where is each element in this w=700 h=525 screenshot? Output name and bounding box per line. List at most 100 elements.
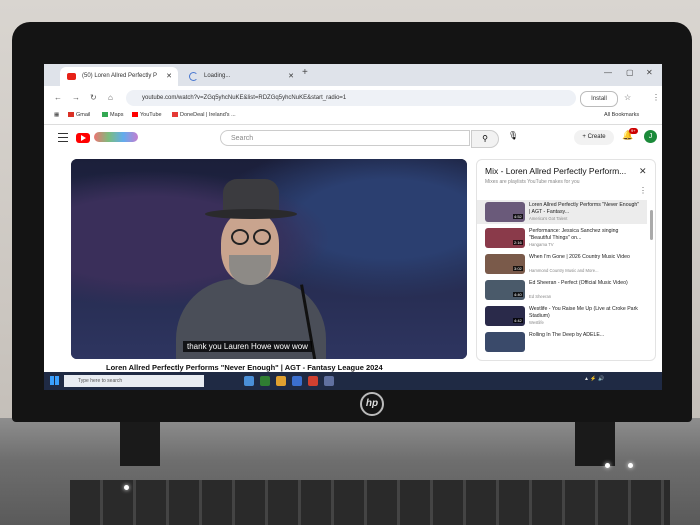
notification-badge: 9+ [629, 128, 638, 134]
playlist-item-channel: Westlife [529, 320, 544, 325]
playlist-title: Mix - Loren Allred Perfectly Perform... [485, 166, 627, 176]
minimize-icon[interactable]: — [604, 68, 612, 77]
bookmark-donedeal[interactable]: DoneDeal | Ireland's ... [172, 112, 236, 118]
more-icon[interactable]: ⋮ [652, 93, 660, 102]
search-icon: ⚲ [482, 134, 488, 143]
playlist-panel: Mix - Loren Allred Perfectly Perform... … [476, 159, 656, 361]
video-thumbnail [485, 228, 525, 248]
video-thumbnail [485, 306, 525, 326]
laptop-hinge-right [575, 418, 615, 466]
home-icon[interactable]: ⌂ [108, 93, 113, 102]
microphone-icon[interactable]: 🎙 [508, 131, 518, 140]
windows-taskbar: Type here to search ▲ ⚡ 🔊 [44, 372, 662, 390]
bookmark-maps[interactable]: Maps [102, 112, 123, 118]
browser-tab-youtube[interactable]: (50) Loren Allred Perfectly P ✕ [60, 67, 178, 86]
laptop-keyboard [70, 480, 670, 525]
playlist-item-title: Performance: Jessica Sanchez singing "Be… [529, 228, 619, 241]
spinner-icon [189, 72, 198, 81]
youtube-header: Search ⚲ 🎙 + Create 🔔 9+ J [44, 125, 662, 151]
maximize-icon[interactable]: ▢ [626, 68, 634, 77]
playlist-item-title: Loren Allred Perfectly Performs "Never E… [529, 202, 640, 215]
video-glasses [231, 229, 273, 245]
video-thumbnail [485, 254, 525, 274]
video-hat-brim [205, 209, 297, 219]
file-explorer-icon[interactable] [276, 376, 286, 386]
create-button[interactable]: + Create [574, 130, 614, 145]
laptop-screen: (50) Loren Allred Perfectly P ✕ Loading.… [44, 64, 662, 390]
more-icon[interactable]: ⋮ [639, 186, 647, 195]
mail-icon[interactable] [324, 376, 334, 386]
system-tray[interactable]: ▲ ⚡ 🔊 [584, 376, 604, 382]
bookmarks-bar: ▦ Gmail Maps YouTube DoneDeal | Ireland'… [44, 110, 662, 125]
all-bookmarks[interactable]: All Bookmarks [604, 112, 639, 118]
playlist-item[interactable]: Rolling In The Deep by ADELE... [477, 330, 647, 354]
task-view-icon[interactable] [244, 376, 254, 386]
close-icon[interactable]: ✕ [639, 166, 647, 177]
star-icon[interactable]: ☆ [624, 93, 631, 102]
playlist-item[interactable]: 4:40 Ed Sheeran - Perfect (Official Musi… [477, 278, 647, 302]
bookmark-gmail[interactable]: Gmail [68, 112, 90, 118]
video-caption: thank you Lauren Howe wow wow [183, 341, 312, 352]
playlist-item-title: Rolling In The Deep by ADELE... [529, 332, 605, 338]
playlist-item[interactable]: 3:02 When I'm Gone | 2026 Country Music … [477, 252, 647, 276]
search-button[interactable]: ⚲ [471, 130, 499, 148]
youtube-logo[interactable] [76, 133, 90, 143]
chrome-icon[interactable] [308, 376, 318, 386]
taskbar-search-input[interactable]: Type here to search [64, 375, 204, 387]
playlist-item-title: Westlife - You Raise Me Up (Live at Crok… [529, 306, 638, 319]
install-button[interactable]: Install [580, 91, 618, 107]
duration-badge: 4:52 [513, 214, 523, 219]
forward-icon[interactable]: → [72, 93, 80, 102]
playlist-item-title: Ed Sheeran - Perfect (Official Music Vid… [529, 280, 628, 286]
playlist-item[interactable]: 4:42 Westlife - You Raise Me Up (Live at… [477, 304, 647, 328]
video-player[interactable]: thank you Lauren Howe wow wow [71, 159, 467, 359]
video-thumbnail [485, 332, 525, 352]
close-icon[interactable]: ✕ [288, 67, 294, 86]
playlist-scrollbar[interactable] [650, 210, 653, 240]
edge-icon[interactable] [260, 376, 270, 386]
playlist-item[interactable]: 2:16 Performance: Jessica Sanchez singin… [477, 226, 647, 250]
duration-badge: 4:42 [513, 318, 523, 323]
playlist-item-title: When I'm Gone | 2026 Country Music Video [529, 254, 630, 260]
search-input[interactable]: Search [220, 130, 470, 146]
laptop-hinge-left [120, 418, 160, 466]
apps-icon[interactable]: ▦ [54, 112, 59, 118]
youtube-icon [132, 112, 138, 118]
status-led [605, 463, 610, 468]
video-title: Loren Allred Perfectly Performs "Never E… [106, 363, 383, 372]
store-icon[interactable] [292, 376, 302, 386]
close-icon[interactable]: ✕ [166, 67, 172, 86]
browser-tab-loading[interactable]: Loading... ✕ [182, 67, 300, 86]
tab-label: (50) Loren Allred Perfectly P [82, 73, 158, 79]
close-window-icon[interactable]: ✕ [646, 68, 653, 77]
video-thumbnail [485, 280, 525, 300]
tab-label: Loading... [204, 73, 231, 79]
hp-logo: hp [360, 392, 384, 416]
video-thumbnail [485, 202, 525, 222]
gmail-icon [68, 112, 74, 118]
reload-icon[interactable]: ↻ [90, 93, 97, 102]
avatar[interactable]: J [644, 130, 657, 143]
new-tab-icon[interactable]: + [302, 67, 308, 78]
playlist-item-channel: America's Got Talent [529, 216, 568, 221]
address-bar[interactable]: youtube.com/watch?v=ZGq5yhcNuKE&list=RDZ… [126, 90, 576, 106]
playlist-item[interactable]: 4:52 Loren Allred Perfectly Performs "Ne… [477, 200, 647, 224]
duration-badge: 3:02 [513, 266, 523, 271]
playlist-item-channel: Hangama TV [529, 242, 554, 247]
status-led [628, 463, 633, 468]
browser-toolbar: ← → ↻ ⌂ youtube.com/watch?v=ZGq5yhcNuKE&… [44, 86, 662, 110]
youtube-doodle[interactable] [94, 132, 138, 142]
menu-icon[interactable] [58, 133, 68, 142]
browser-tab-bar: (50) Loren Allred Perfectly P ✕ Loading.… [44, 64, 662, 86]
bookmark-youtube[interactable]: YouTube [132, 112, 162, 118]
back-icon[interactable]: ← [54, 93, 62, 102]
playlist-item-channel: Ed Sheeran [529, 294, 552, 299]
power-led [124, 485, 129, 490]
donedeal-icon [172, 112, 178, 118]
windows-start-icon[interactable] [50, 376, 59, 385]
duration-badge: 2:16 [513, 240, 523, 245]
playlist-item-channel: Hammond Country Music and More... [529, 268, 599, 273]
duration-badge: 4:40 [513, 292, 523, 297]
maps-icon [102, 112, 108, 118]
youtube-icon [67, 73, 76, 80]
